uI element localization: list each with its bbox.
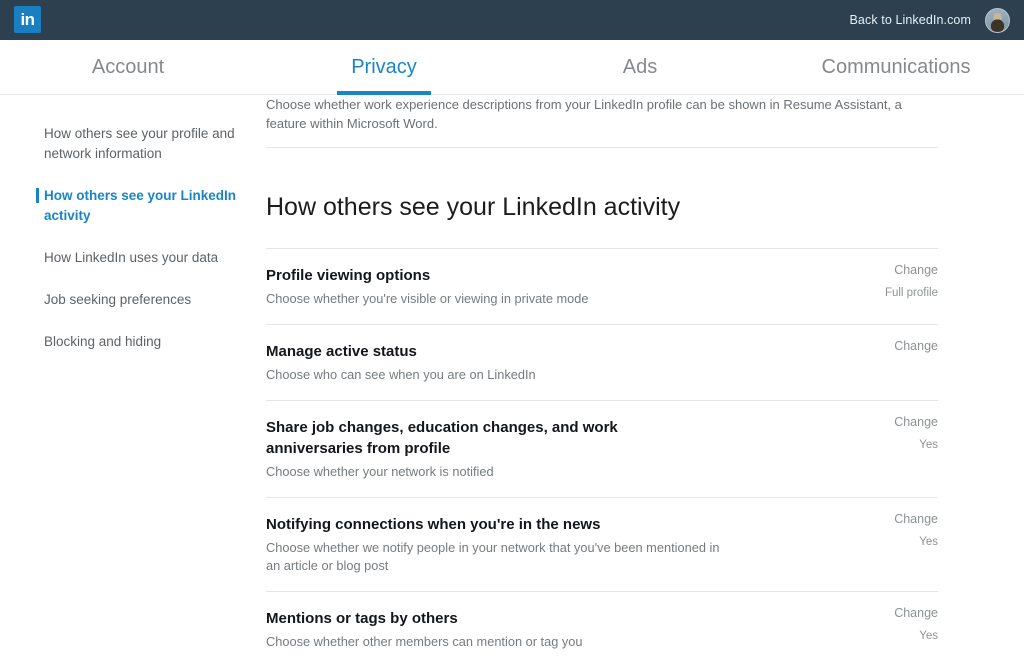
- tab-account-label: Account: [91, 56, 165, 78]
- setting-name: Profile viewing options: [266, 267, 431, 284]
- header-right-group: Back to LinkedIn.com: [849, 0, 1010, 40]
- back-to-linkedin-link[interactable]: Back to LinkedIn.com: [849, 13, 971, 27]
- setting-description: Choose whether your network is notified: [266, 464, 494, 479]
- page-body: How others see your profile and network …: [0, 43, 1024, 649]
- tab-communications[interactable]: Communications: [768, 40, 1024, 95]
- sidebar-item-uses-your-data[interactable]: How LinkedIn uses your data: [0, 248, 258, 268]
- linkedin-logo-icon[interactable]: in: [14, 6, 41, 33]
- change-link[interactable]: Change: [818, 263, 938, 277]
- tab-privacy-label: Privacy: [351, 56, 417, 78]
- tab-account[interactable]: Account: [0, 40, 256, 95]
- change-link[interactable]: Change: [818, 606, 938, 620]
- sidebar-item-label: How LinkedIn uses your data: [44, 250, 219, 265]
- setting-description: Choose whether we notify people in your …: [266, 540, 720, 573]
- setting-value: Yes: [919, 439, 938, 451]
- setting-value: Yes: [919, 536, 938, 548]
- setting-name: Manage active status: [266, 343, 417, 360]
- settings-sidebar: How others see your profile and network …: [0, 95, 258, 374]
- setting-description: Choose whether you're visible or viewing…: [266, 291, 589, 306]
- setting-name: Notifying connections when you're in the…: [266, 516, 601, 533]
- tab-ads-label: Ads: [622, 56, 658, 78]
- sidebar-item-blocking-hiding[interactable]: Blocking and hiding: [0, 332, 258, 352]
- page-title: How others see your LinkedIn activity: [266, 193, 681, 221]
- change-link[interactable]: Change: [818, 339, 938, 353]
- sidebar-item-label: Blocking and hiding: [44, 334, 162, 349]
- setting-actions: Change Yes: [818, 415, 938, 451]
- sidebar-item-linkedin-activity[interactable]: How others see your LinkedIn activity: [0, 186, 258, 226]
- setting-actions: Change Yes: [818, 606, 938, 642]
- settings-tab-bar: Account Privacy Ads Communications: [0, 40, 1024, 95]
- sidebar-item-label: Job seeking preferences: [44, 292, 192, 307]
- setting-description: Choose whether work experience descripti…: [266, 97, 902, 131]
- global-header: in Back to LinkedIn.com: [0, 0, 1024, 40]
- setting-value: Full profile: [884, 287, 938, 299]
- tab-list: Account Privacy Ads Communications: [0, 40, 1024, 95]
- setting-description: Choose who can see when you are on Linke…: [266, 367, 536, 382]
- tab-communications-label: Communications: [821, 56, 971, 78]
- setting-description: Choose whether other members can mention…: [266, 634, 583, 649]
- setting-name: Share job changes, education changes, an…: [266, 419, 618, 457]
- setting-row-notifying-connections-news[interactable]: Notifying connections when you're in the…: [266, 497, 938, 591]
- sidebar-active-indicator: [36, 188, 39, 203]
- tab-ads[interactable]: Ads: [512, 40, 768, 95]
- sidebar-item-job-seeking[interactable]: Job seeking preferences: [0, 290, 258, 310]
- setting-value: Yes: [919, 630, 938, 642]
- sidebar-item-label: How others see your profile and network …: [44, 126, 235, 161]
- setting-row-manage-active-status[interactable]: Manage active status Choose who can see …: [266, 324, 938, 400]
- sidebar-item-profile-network[interactable]: How others see your profile and network …: [0, 124, 258, 164]
- setting-row-mentions-or-tags[interactable]: Mentions or tags by others Choose whethe…: [266, 591, 938, 667]
- setting-actions: Change: [818, 339, 938, 363]
- change-link[interactable]: Change: [818, 415, 938, 429]
- sidebar-item-label: How others see your LinkedIn activity: [44, 188, 237, 223]
- setting-name: Mentions or tags by others: [266, 610, 458, 627]
- user-avatar-icon[interactable]: [985, 7, 1010, 33]
- active-tab-indicator: [337, 91, 431, 95]
- change-link[interactable]: Change: [818, 512, 938, 526]
- tab-privacy[interactable]: Privacy: [256, 40, 512, 95]
- setting-actions: Change Full profile: [818, 263, 938, 299]
- setting-actions: Change Yes: [818, 512, 938, 548]
- settings-content: Microsoft Word Choose whether work exper…: [266, 43, 938, 667]
- setting-row-profile-viewing-options[interactable]: Profile viewing options Choose whether y…: [266, 248, 938, 324]
- setting-row-share-job-changes[interactable]: Share job changes, education changes, an…: [266, 400, 938, 497]
